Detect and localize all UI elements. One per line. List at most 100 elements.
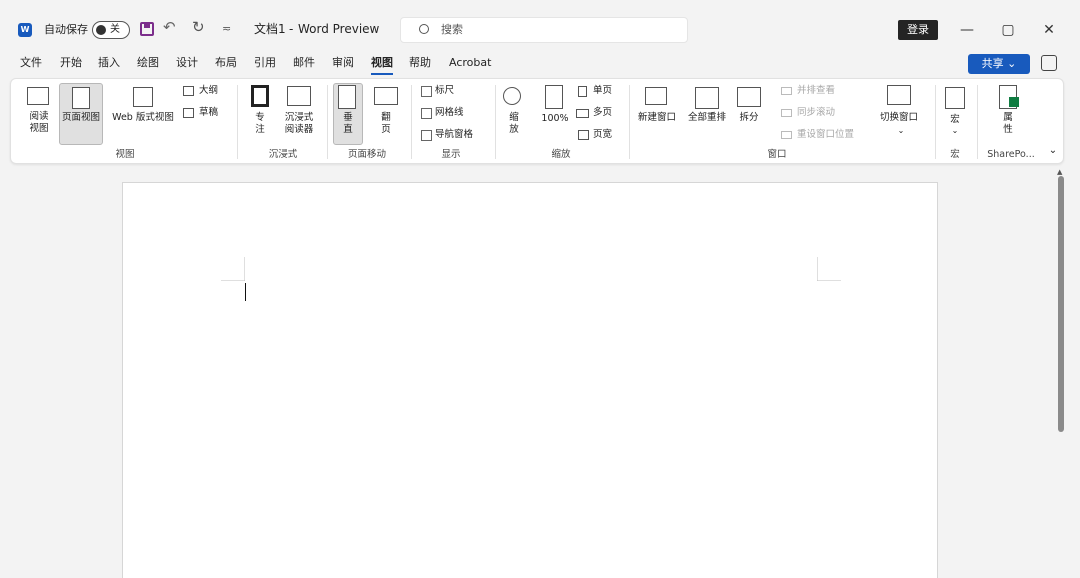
tab-view[interactable]: 视图 — [371, 54, 393, 75]
search-placeholder: 搜索 — [441, 23, 463, 36]
reset-window-position-icon — [781, 131, 792, 139]
one-page-icon — [578, 86, 587, 97]
zoom-button[interactable]: 缩 放 — [503, 112, 525, 136]
properties-button[interactable]: 属 性 — [997, 112, 1019, 136]
split-button[interactable]: 拆分 — [735, 112, 763, 124]
tab-home[interactable]: 开始 — [60, 54, 82, 72]
group-immersive-label: 沉浸式 — [268, 149, 298, 160]
macros-chevron-icon[interactable]: ⌄ — [951, 125, 959, 137]
vertical-button[interactable]: 垂 直 — [337, 112, 359, 136]
immersive-reader-button[interactable]: 沉浸式 阅读器 — [279, 112, 319, 136]
zoom-label-line2: 放 — [509, 124, 519, 135]
draft-button[interactable]: 草稿 — [199, 107, 218, 119]
vertical-scrollbar[interactable] — [1058, 176, 1064, 432]
sync-scroll-button[interactable]: 同步滚动 — [797, 107, 835, 119]
group-macros-label: 宏 — [950, 149, 960, 160]
new-window-icon — [645, 87, 667, 105]
new-window-button[interactable]: 新建窗口 — [635, 112, 679, 124]
document-title: 文档1 — [254, 22, 286, 36]
print-layout-button[interactable]: 页面视图 — [59, 112, 103, 124]
login-button[interactable]: 登录 — [898, 20, 938, 40]
web-layout-button[interactable]: Web 版式视图 — [107, 112, 179, 124]
side-by-side-button[interactable]: 并排查看 — [797, 85, 835, 97]
vertical-label-line2: 直 — [343, 124, 353, 135]
tab-design[interactable]: 设计 — [176, 54, 198, 72]
switch-windows-button[interactable]: 切换窗口 — [875, 112, 923, 124]
focus-button[interactable]: 专 注 — [249, 112, 271, 136]
macros-icon — [945, 87, 965, 109]
tab-mailings[interactable]: 邮件 — [293, 54, 315, 72]
properties-label-line1: 属 — [1003, 112, 1013, 123]
autosave-toggle[interactable]: 关 — [92, 21, 130, 39]
multiple-pages-button[interactable]: 多页 — [593, 107, 612, 119]
group-divider — [411, 85, 412, 159]
tab-help[interactable]: 帮助 — [409, 54, 431, 72]
ruler-checkbox[interactable]: 标尺 — [421, 85, 454, 97]
title-bar: W 自动保存 关 ↶ ↻ ≂ 文档1 - Word Preview 搜索 登录 … — [0, 0, 1080, 50]
read-mode-label-line1: 阅读 — [29, 111, 49, 122]
focus-label-line2: 注 — [255, 124, 265, 135]
ribbon-tabs: 文件 开始 插入 绘图 设计 布局 引用 邮件 审阅 视图 帮助 Acrobat — [0, 50, 1080, 76]
title-separator: - — [289, 22, 294, 36]
redo-icon[interactable]: ↻ — [192, 16, 205, 38]
immersive-reader-icon — [287, 86, 311, 106]
group-show-label: 显示 — [441, 149, 461, 160]
page-width-icon — [578, 130, 589, 140]
tab-acrobat[interactable]: Acrobat — [449, 54, 491, 72]
focus-icon — [251, 85, 269, 107]
tab-references[interactable]: 引用 — [254, 54, 276, 72]
save-icon[interactable] — [140, 22, 154, 36]
tab-file[interactable]: 文件 — [20, 54, 42, 72]
share-label: 共享 — [981, 57, 1004, 70]
search-icon — [419, 24, 429, 34]
gridlines-checkbox[interactable]: 网格线 — [421, 107, 464, 119]
side-label-line2: 页 — [381, 124, 391, 135]
group-divider — [629, 85, 630, 159]
focus-label-line1: 专 — [255, 112, 265, 123]
outline-button[interactable]: 大纲 — [199, 85, 218, 97]
hundred-percent-button[interactable]: 100% — [539, 113, 571, 125]
side-to-side-button[interactable]: 翻 页 — [375, 112, 397, 136]
group-divider — [327, 85, 328, 159]
split-icon — [737, 87, 761, 107]
zoom-label-line1: 缩 — [509, 112, 519, 123]
sharepoint-badge-icon — [1009, 97, 1019, 107]
comments-icon[interactable] — [1041, 55, 1057, 71]
restore-icon[interactable]: ▢ — [993, 18, 1023, 42]
hundred-percent-icon — [545, 85, 563, 109]
web-layout-icon — [133, 87, 153, 107]
arrange-all-icon — [695, 87, 719, 109]
scroll-up-icon[interactable]: ▲ — [1057, 168, 1062, 176]
group-divider — [977, 85, 978, 159]
tab-layout[interactable]: 布局 — [215, 54, 237, 72]
nav-pane-checkbox[interactable]: 导航窗格 — [421, 129, 473, 141]
search-input[interactable]: 搜索 — [400, 17, 688, 43]
ribbon-view: 阅读 视图 页面视图 Web 版式视图 大纲 草稿 视图 专 注 沉浸式 阅读器… — [10, 78, 1064, 164]
read-mode-icon — [27, 87, 49, 105]
document-page[interactable] — [122, 182, 938, 578]
group-views-label: 视图 — [115, 149, 135, 160]
one-page-button[interactable]: 单页 — [593, 85, 612, 97]
side-to-side-icon — [374, 87, 398, 105]
minimize-icon[interactable]: — — [952, 18, 982, 42]
autosave-label: 自动保存 — [44, 23, 88, 36]
vertical-icon — [338, 85, 356, 109]
tab-review[interactable]: 审阅 — [332, 54, 354, 72]
switch-windows-chevron-icon[interactable]: ⌄ — [897, 125, 905, 137]
tab-insert[interactable]: 插入 — [98, 54, 120, 72]
ribbon-collapse-chevron-icon[interactable]: ⌄ — [1047, 145, 1059, 157]
read-mode-button[interactable]: 阅读 视图 — [25, 111, 53, 135]
side-label-line1: 翻 — [381, 112, 391, 123]
app-name: Word Preview — [298, 22, 380, 36]
arrange-all-button[interactable]: 全部重排 — [685, 112, 729, 124]
customize-qat-icon[interactable]: ≂ — [222, 18, 231, 40]
share-button[interactable]: 共享 ⌄ — [968, 54, 1030, 74]
undo-icon[interactable]: ↶ — [163, 16, 176, 38]
reset-window-position-button[interactable]: 重设窗口位置 — [797, 129, 854, 141]
page-width-button[interactable]: 页宽 — [593, 129, 612, 141]
close-icon[interactable]: ✕ — [1034, 18, 1064, 42]
tab-draw[interactable]: 绘图 — [137, 54, 159, 72]
print-layout-icon — [72, 87, 90, 109]
group-page-movement-label: 页面移动 — [347, 149, 386, 160]
side-by-side-icon — [781, 87, 792, 95]
